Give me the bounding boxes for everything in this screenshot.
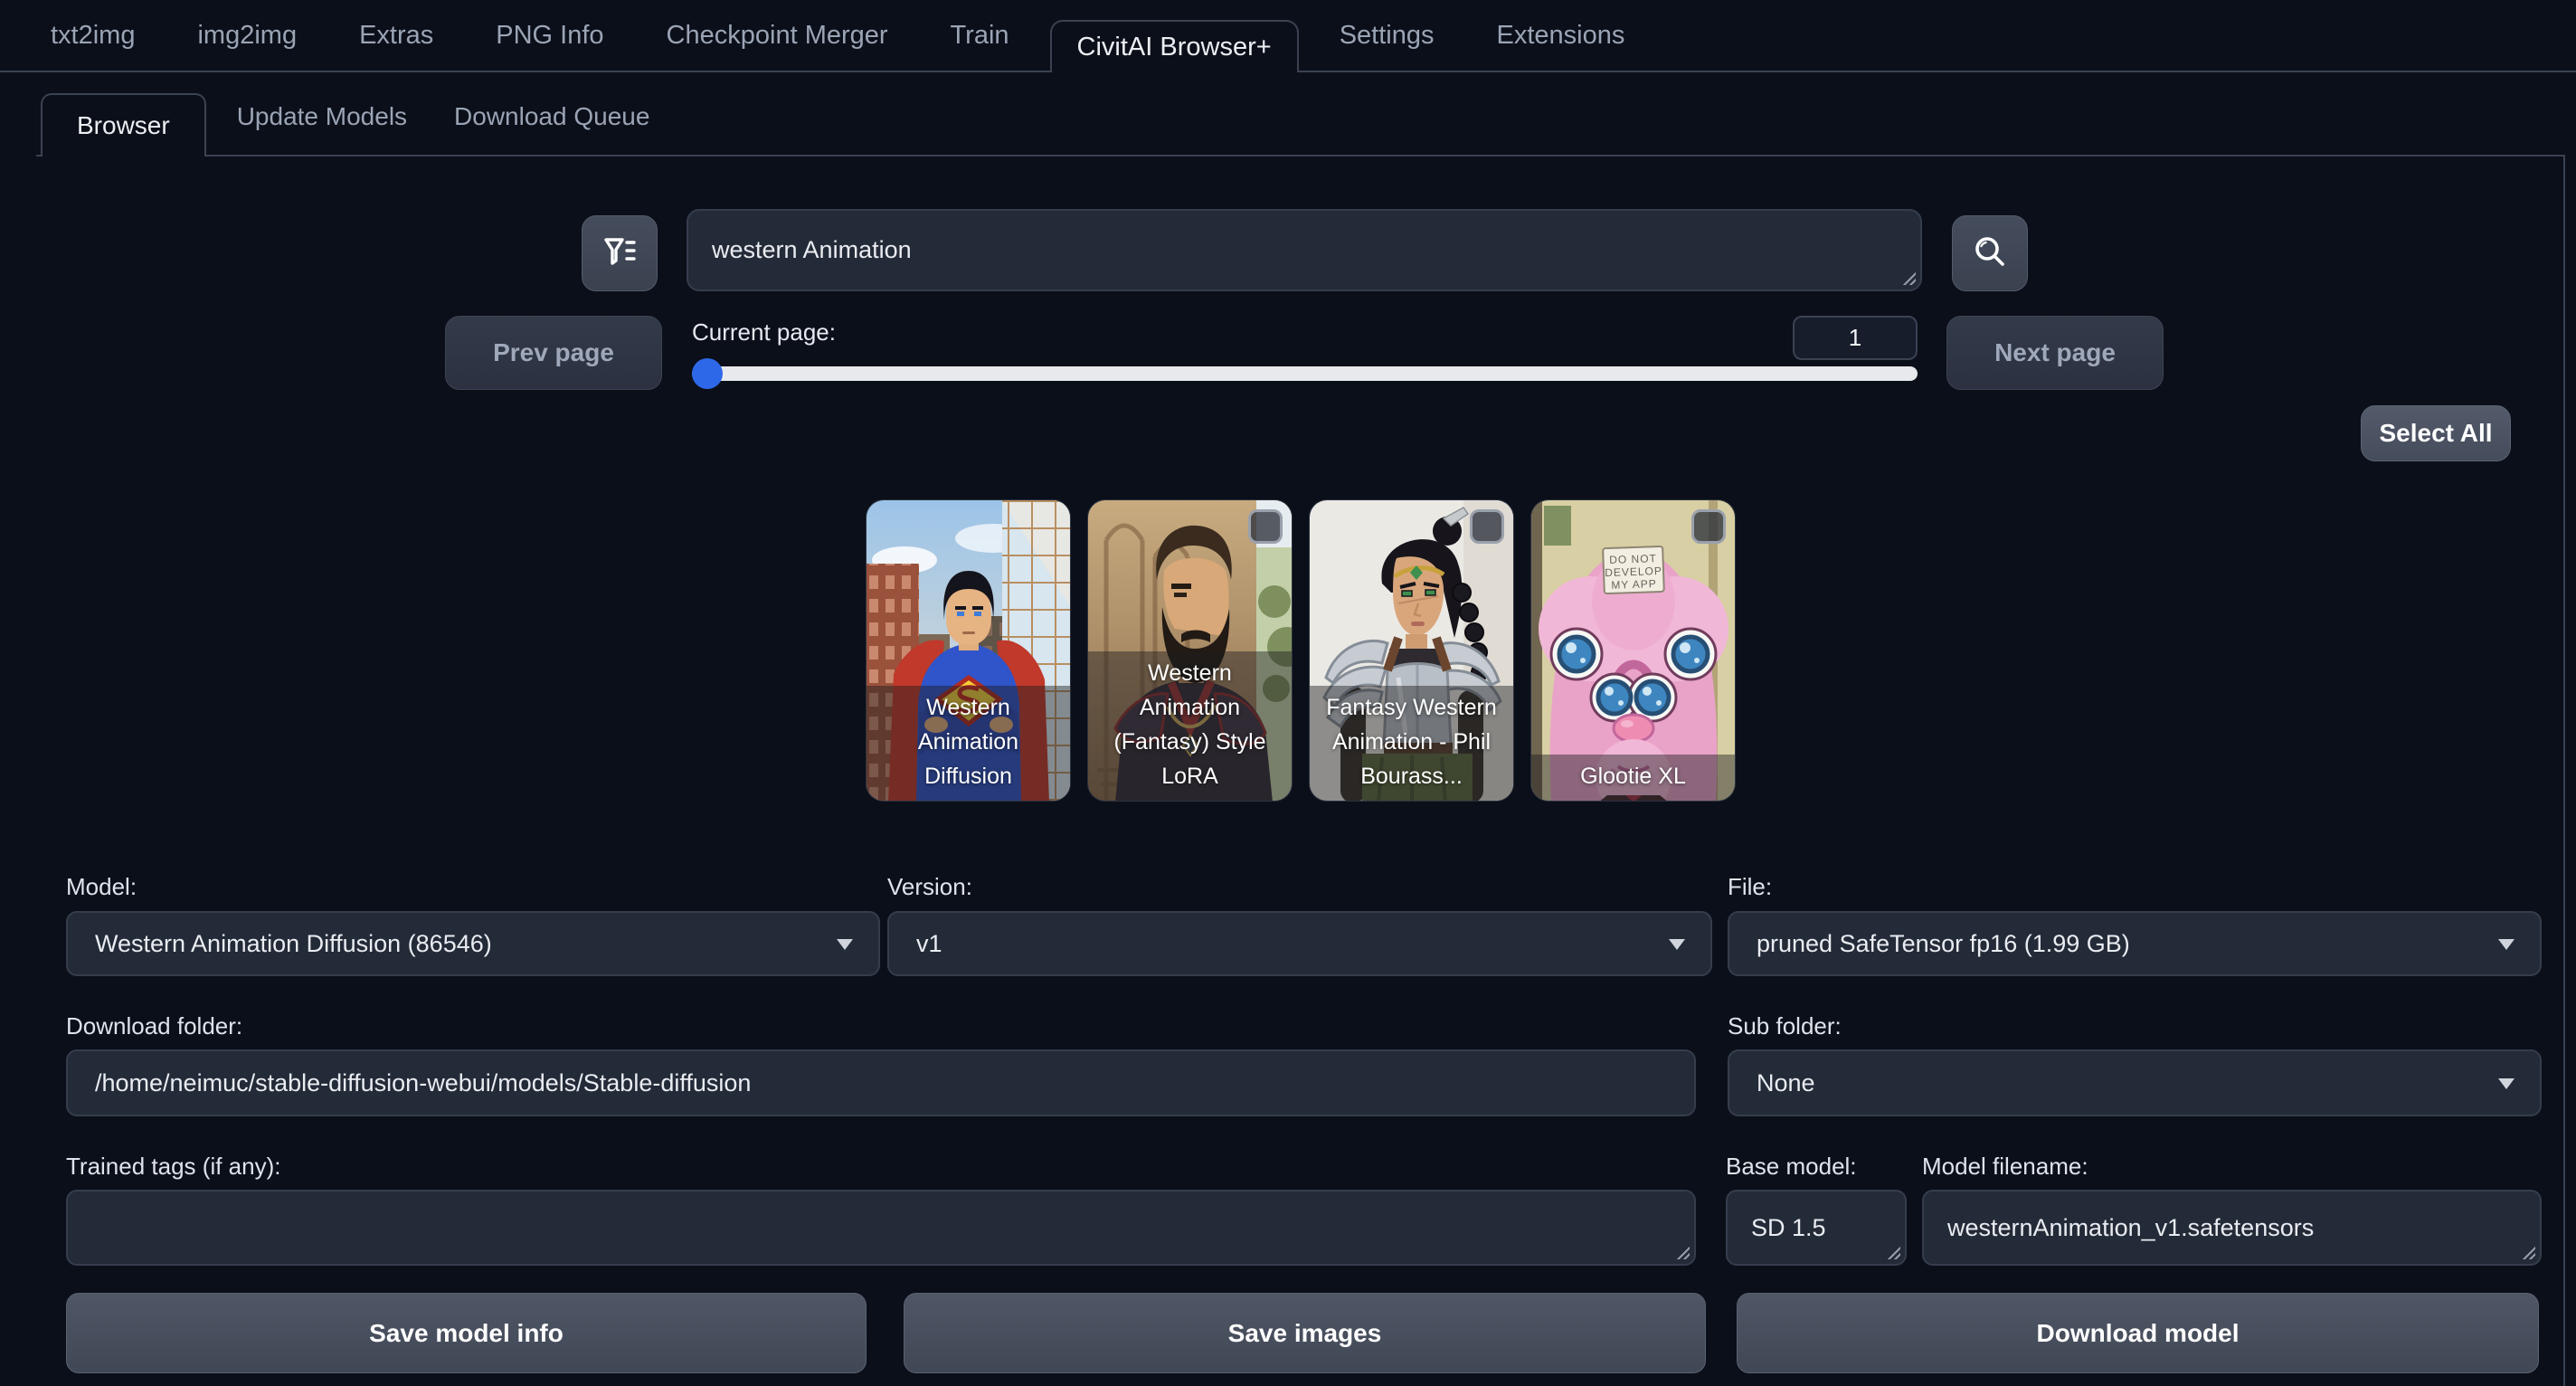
file-dropdown-value: pruned SafeTensor fp16 (1.99 GB) <box>1757 930 2130 958</box>
chevron-down-icon <box>2498 939 2514 950</box>
version-dropdown-value: v1 <box>916 930 942 958</box>
search-icon <box>1969 231 2011 277</box>
search-button[interactable] <box>1952 215 2028 291</box>
model-card-title: Fantasy Western Animation - Phil Bourass… <box>1310 686 1513 801</box>
model-card-title: Western Animation Diffusion <box>867 686 1070 801</box>
trained-tags-input[interactable] <box>66 1190 1696 1266</box>
resize-handle[interactable] <box>1901 271 1916 285</box>
base-model-label: Base model: <box>1726 1153 1857 1181</box>
tab-train[interactable]: Train <box>929 21 1031 71</box>
select-all-button[interactable]: Select All <box>2361 405 2511 461</box>
sub-folder-label: Sub folder: <box>1728 1012 1842 1040</box>
glootie-sign-line-3: MY APP <box>1611 577 1657 592</box>
tab-update-models[interactable]: Update Models <box>221 102 423 155</box>
model-dropdown[interactable]: Western Animation Diffusion (86546) <box>66 911 880 976</box>
file-dropdown[interactable]: pruned SafeTensor fp16 (1.99 GB) <box>1728 911 2542 976</box>
tab-browser[interactable]: Browser <box>41 93 206 157</box>
prev-page-button[interactable]: Prev page <box>445 316 662 390</box>
chevron-down-icon <box>2498 1078 2514 1089</box>
current-page-slider[interactable] <box>692 366 1918 381</box>
tab-img2img[interactable]: img2img <box>175 21 318 71</box>
current-page-label: Current page: <box>692 318 836 346</box>
tab-extensions[interactable]: Extensions <box>1474 21 1646 71</box>
trained-tags-label: Trained tags (if any): <box>66 1153 280 1181</box>
resize-handle[interactable] <box>1886 1245 1900 1259</box>
download-folder-input[interactable]: /home/neimuc/stable-diffusion-webui/mode… <box>66 1049 1696 1116</box>
tab-download-queue[interactable]: Download Queue <box>438 102 666 155</box>
resize-handle[interactable] <box>2521 1245 2535 1259</box>
panel-border <box>2563 157 2565 1386</box>
save-images-button[interactable]: Save images <box>904 1293 1706 1373</box>
base-model-value: SD 1.5 <box>1751 1214 1826 1242</box>
model-card-gallery: Western Animation Diffusion <box>866 499 1736 802</box>
search-query-text: western Animation <box>712 236 912 264</box>
model-card-glootie-xl[interactable]: DO NOT DEVELOP MY APP <box>1530 499 1736 802</box>
sub-tab-bar: Browser Update Models Download Queue <box>36 72 2565 157</box>
version-label: Version: <box>887 873 972 901</box>
download-folder-label: Download folder: <box>66 1012 242 1040</box>
download-folder-value: /home/neimuc/stable-diffusion-webui/mode… <box>95 1069 751 1097</box>
slider-handle[interactable] <box>692 358 723 389</box>
model-select-checkbox[interactable] <box>1248 509 1283 544</box>
model-card-western-animation-diffusion[interactable]: Western Animation Diffusion <box>866 499 1071 802</box>
download-model-button[interactable]: Download model <box>1737 1293 2539 1373</box>
sub-folder-dropdown[interactable]: None <box>1728 1049 2542 1116</box>
model-filename-input[interactable]: westernAnimation_v1.safetensors <box>1922 1190 2542 1266</box>
model-card-western-animation-fantasy-lora[interactable]: Western Animation (Fantasy) Style LoRA <box>1087 499 1293 802</box>
model-select-checkbox[interactable] <box>1470 509 1504 544</box>
model-filename-label: Model filename: <box>1922 1153 2088 1181</box>
tab-png-info[interactable]: PNG Info <box>474 21 625 71</box>
tab-checkpoint-merger[interactable]: Checkpoint Merger <box>645 21 910 71</box>
sub-folder-dropdown-value: None <box>1757 1069 1815 1097</box>
tab-extras[interactable]: Extras <box>337 21 455 71</box>
base-model-input[interactable]: SD 1.5 <box>1726 1190 1907 1266</box>
model-card-title: Western Animation (Fantasy) Style LoRA <box>1088 651 1292 801</box>
tab-txt2img[interactable]: txt2img <box>29 21 156 71</box>
model-dropdown-value: Western Animation Diffusion (86546) <box>95 930 492 958</box>
civitai-browser-page: txt2img img2img Extras PNG Info Checkpoi… <box>0 0 2576 1386</box>
save-model-info-button[interactable]: Save model info <box>66 1293 867 1373</box>
filter-button[interactable] <box>582 215 658 291</box>
page-number-input[interactable]: 1 <box>1793 316 1918 360</box>
search-input[interactable]: western Animation <box>687 209 1922 291</box>
next-page-button[interactable]: Next page <box>1946 316 2164 390</box>
chevron-down-icon <box>837 939 853 950</box>
model-label: Model: <box>66 873 137 901</box>
chevron-down-icon <box>1669 939 1685 950</box>
model-filename-value: westernAnimation_v1.safetensors <box>1947 1214 2314 1242</box>
resize-handle[interactable] <box>1675 1245 1690 1259</box>
version-dropdown[interactable]: v1 <box>887 911 1712 976</box>
main-tab-bar: txt2img img2img Extras PNG Info Checkpoi… <box>0 0 2576 72</box>
tab-settings[interactable]: Settings <box>1318 21 1456 71</box>
model-card-fantasy-western-animation-phil[interactable]: Fantasy Western Animation - Phil Bourass… <box>1309 499 1514 802</box>
tab-civitai-browser-plus[interactable]: CivitAI Browser+ <box>1050 20 1299 72</box>
file-label: File: <box>1728 873 1772 901</box>
model-select-checkbox[interactable] <box>1691 509 1726 544</box>
model-card-title: Glootie XL <box>1531 755 1735 801</box>
filter-icon <box>599 231 640 277</box>
